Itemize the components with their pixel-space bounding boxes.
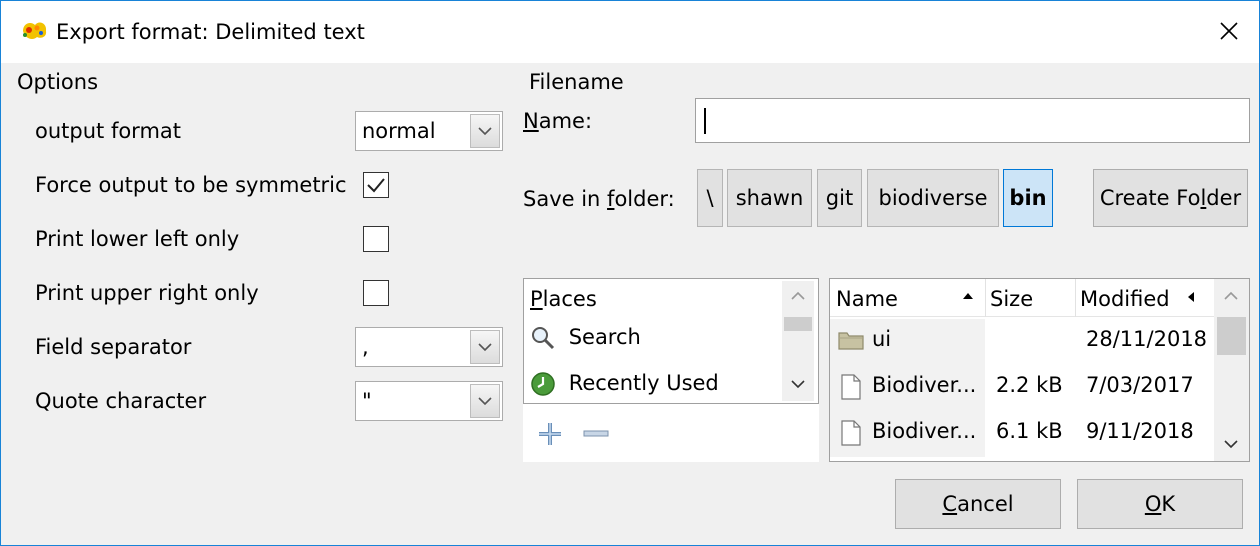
path-crumb-root[interactable]: \	[697, 169, 723, 227]
chevron-down-icon	[470, 114, 500, 148]
file-modified: 28/11/2018	[1086, 327, 1208, 351]
lower-left-label: Print lower left only	[35, 227, 240, 251]
file-size: 2.2 kB	[996, 373, 1063, 397]
places-item-search[interactable]: Search	[530, 325, 641, 351]
chevron-down-icon	[470, 330, 500, 364]
chevron-up-icon	[791, 291, 805, 300]
file-icon	[841, 420, 861, 446]
recent-icon	[531, 372, 555, 396]
column-header-size[interactable]: Size	[990, 287, 1033, 311]
chevron-up-icon	[1224, 291, 1238, 300]
text-caret	[704, 108, 706, 134]
file-modified: 7/03/2017	[1086, 373, 1194, 397]
export-dialog: Export format: Delimited text Options ou…	[0, 0, 1260, 546]
file-name: Biodiver...	[872, 419, 977, 443]
column-header-name[interactable]: Name	[836, 287, 898, 311]
path-crumb-shawn[interactable]: shawn	[727, 169, 812, 227]
path-crumb-git[interactable]: git	[817, 169, 862, 227]
app-icon	[23, 22, 47, 39]
places-header[interactable]: Places	[530, 287, 597, 311]
lower-left-checkbox[interactable]	[363, 226, 389, 252]
quote-character-label: Quote character	[35, 389, 207, 413]
checkmark-icon	[367, 178, 385, 193]
filename-input[interactable]	[695, 98, 1250, 143]
file-modified: 9/11/2018	[1086, 419, 1194, 443]
column-arrow-icon	[1188, 292, 1194, 302]
upper-right-label: Print upper right only	[35, 281, 259, 305]
options-heading: Options	[17, 70, 99, 94]
chevron-down-icon	[470, 384, 500, 418]
file-row[interactable]: ui 28/11/2018	[830, 319, 1214, 365]
quote-character-value: "	[362, 389, 372, 413]
places-panel: Places Search Recently Used	[523, 278, 819, 404]
scroll-thumb[interactable]	[1217, 317, 1246, 355]
close-button[interactable]	[1205, 7, 1253, 55]
add-place-icon[interactable]	[537, 421, 563, 447]
file-icon	[841, 374, 861, 400]
file-size: 6.1 kB	[996, 419, 1063, 443]
places-toolbar	[523, 404, 819, 462]
chevron-down-icon	[1224, 440, 1238, 449]
files-scrollbar[interactable]	[1214, 279, 1249, 461]
name-label: Name:	[523, 109, 593, 133]
output-format-select[interactable]: normal	[355, 111, 503, 151]
field-separator-label: Field separator	[35, 335, 192, 359]
file-name: ui	[872, 327, 892, 351]
folder-icon	[838, 332, 864, 350]
scroll-thumb[interactable]	[784, 317, 812, 331]
column-divider	[985, 279, 986, 317]
column-header-modified[interactable]: Modified	[1080, 287, 1170, 311]
filename-heading: Filename	[529, 70, 624, 94]
field-separator-value: ,	[362, 335, 369, 359]
files-header-row: Name Size Modified	[830, 279, 1214, 317]
force-symmetric-checkbox[interactable]	[363, 172, 389, 198]
column-divider	[1075, 279, 1076, 317]
window-title: Export format: Delimited text	[56, 20, 365, 44]
create-folder-button[interactable]: Create Folder	[1093, 169, 1248, 227]
places-item-recently-used[interactable]: Recently Used	[530, 371, 719, 397]
path-crumb-biodiverse[interactable]: biodiverse	[867, 169, 999, 227]
close-icon	[1220, 22, 1238, 40]
quote-character-select[interactable]: "	[355, 381, 503, 421]
force-symmetric-label: Force output to be symmetric	[35, 173, 347, 197]
file-row[interactable]: Biodiver... 6.1 kB 9/11/2018	[830, 411, 1214, 457]
output-format-label: output format	[35, 119, 182, 143]
sort-ascending-icon	[963, 293, 973, 299]
output-format-value: normal	[362, 119, 436, 143]
chevron-down-icon	[791, 380, 805, 389]
search-icon	[532, 327, 555, 350]
title-bar: Export format: Delimited text	[1, 1, 1259, 63]
field-separator-select[interactable]: ,	[355, 327, 503, 367]
path-crumb-bin[interactable]: bin	[1003, 169, 1053, 227]
save-in-label: Save in folder:	[523, 187, 675, 211]
ok-button[interactable]: OK	[1077, 479, 1243, 529]
cancel-button[interactable]: Cancel	[895, 479, 1061, 529]
upper-right-checkbox[interactable]	[363, 280, 389, 306]
files-panel: Name Size Modified ui 28/11/2018 Biodive…	[829, 278, 1250, 462]
file-name: Biodiver...	[872, 373, 977, 397]
remove-place-icon[interactable]	[583, 430, 609, 438]
file-row[interactable]: Biodiver... 2.2 kB 7/03/2017	[830, 365, 1214, 411]
places-scrollbar[interactable]	[782, 281, 814, 401]
